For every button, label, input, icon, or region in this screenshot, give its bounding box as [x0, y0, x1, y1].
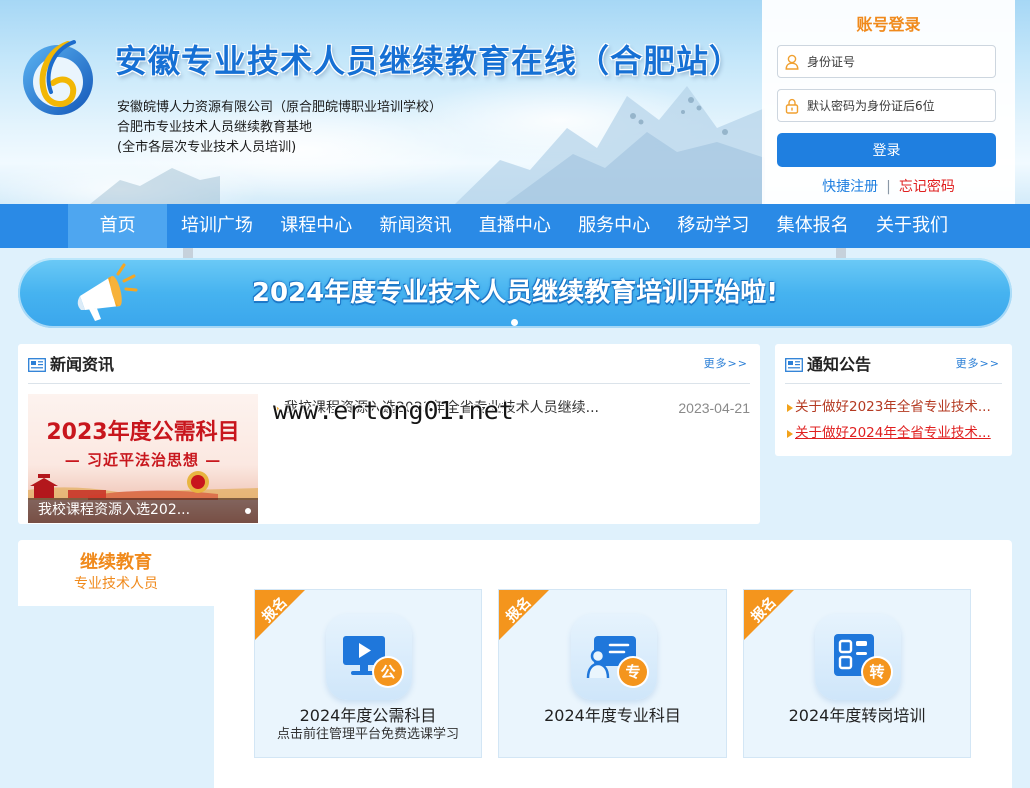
program-card-public[interactable]: 报名 公 2024年度公需科目 点击前往管理平台免费选课学习	[254, 589, 482, 758]
tab-subtitle: 专业技术人员	[74, 576, 158, 592]
bullet-icon	[274, 405, 280, 413]
id-number-input[interactable]	[807, 46, 991, 77]
tiananmen-decoration	[28, 471, 258, 500]
notice-list: 关于做好2023年全省专业技术... 关于做好2024年全省专业技术...	[787, 399, 1002, 451]
nav-item-live[interactable]: 直播中心	[465, 204, 564, 248]
news-box: 新闻资讯 更多>> 2023年度公需科目 — 习近平法治思想 — 我校课程资源入…	[18, 344, 760, 524]
tab-title: 继续教育	[80, 552, 152, 573]
news-title: 新闻资讯	[50, 355, 115, 374]
site-title: 安徽专业技术人员继续教育在线（合肥站）	[115, 42, 743, 80]
org-scope: (全市各层次专业技术人员培训)	[117, 140, 297, 155]
forgot-password-link[interactable]: 忘记密码	[899, 179, 955, 195]
signup-ribbon: 报名	[255, 590, 305, 640]
nav-item-about[interactable]: 关于我们	[862, 204, 961, 248]
site-header: 安徽专业技术人员继续教育在线（合肥站） 安徽皖博人力资源有限公司（原合肥皖博职业…	[0, 0, 1030, 204]
login-title: 账号登录	[856, 15, 921, 34]
link-separator: |	[886, 179, 891, 195]
nav-item-mobile[interactable]: 移动学习	[664, 204, 763, 248]
notice-title: 通知公告	[807, 355, 872, 374]
password-field[interactable]	[777, 89, 996, 122]
signup-ribbon: 报名	[499, 590, 549, 640]
ribbon-label: 报名	[259, 594, 291, 626]
document-icon: 转	[815, 614, 901, 700]
news-item-date: 2023-04-21	[678, 400, 750, 416]
card-title: 2024年度公需科目	[299, 706, 437, 725]
nav-item-home[interactable]: 首页	[68, 204, 168, 248]
badge-transfer: 转	[863, 658, 891, 686]
slide-caption-bar: 我校课程资源入选202...	[28, 498, 258, 523]
badge-professional: 专	[619, 658, 647, 686]
password-input[interactable]	[807, 90, 991, 121]
notice-item[interactable]: 关于做好2024年全省专业技术...	[787, 425, 1002, 451]
nav-item-service[interactable]: 服务中心	[564, 204, 663, 248]
notice-item[interactable]: 关于做好2023年全省专业技术...	[787, 399, 1002, 425]
pine-tree-decoration	[90, 168, 220, 204]
org-base: 合肥市专业技术人员继续教育基地	[117, 120, 313, 135]
person-card-icon: 专	[571, 614, 657, 700]
divider	[785, 383, 1002, 384]
nav-item-training-square[interactable]: 培训广场	[167, 204, 266, 248]
slide-dot[interactable]	[245, 508, 251, 514]
id-number-field[interactable]	[777, 45, 996, 78]
badge-public: 公	[374, 658, 402, 686]
bullet-icon	[787, 404, 793, 412]
news-icon	[28, 358, 46, 372]
divider	[28, 383, 750, 384]
notice-item-title[interactable]: 关于做好2023年全省专业技术...	[795, 399, 991, 416]
bullet-icon	[787, 430, 793, 438]
program-card-professional[interactable]: 报名 专 2024年度专业科目	[498, 589, 727, 758]
slide-image-title: 2023年度公需科目	[46, 420, 240, 445]
news-list: 我校课程资源入选2023年全省专业技术人员继续... 2023-04-21	[274, 399, 750, 425]
card-title: 2024年度转岗培训	[788, 706, 926, 725]
register-link[interactable]: 快捷注册	[822, 179, 878, 195]
card-subtitle: 点击前往管理平台免费选课学习	[276, 727, 459, 742]
news-item[interactable]: 我校课程资源入选2023年全省专业技术人员继续... 2023-04-21	[274, 399, 750, 425]
signup-ribbon: 报名	[744, 590, 794, 640]
banner-headline: 2024年度专业技术人员继续教育培训开始啦!	[251, 278, 779, 308]
program-card-transfer[interactable]: 报名 转 2024年度转岗培训	[743, 589, 971, 758]
site-logo-icon[interactable]	[18, 38, 98, 118]
main-nav: 首页 培训广场 课程中心 新闻资讯 直播中心 服务中心 移动学习 集体报名 关于…	[0, 204, 1030, 248]
nav-item-news[interactable]: 新闻资讯	[366, 204, 465, 248]
tab-continuing-education[interactable]: 继续教育 专业技术人员	[18, 540, 214, 606]
notice-item-title[interactable]: 关于做好2024年全省专业技术...	[795, 425, 991, 442]
login-links: 快捷注册 | 忘记密码	[762, 177, 1015, 197]
lock-icon	[785, 98, 799, 114]
org-name: 安徽皖博人力资源有限公司（原合肥皖博职业培训学校）	[117, 100, 443, 115]
user-icon	[785, 54, 799, 70]
program-panel: 报名 公 2024年度公需科目 点击前往管理平台免费选课学习 报名 专 2024…	[214, 540, 1012, 788]
banner-post	[183, 248, 193, 258]
login-button[interactable]: 登录	[777, 133, 996, 167]
login-panel: 账号登录 登录 快捷注册 | 忘记密码	[762, 0, 1015, 204]
notice-icon	[785, 358, 803, 372]
slide-image-subtitle: — 习近平法治思想 —	[64, 451, 222, 469]
card-title: 2024年度专业科目	[544, 706, 681, 725]
nav-item-group-signup[interactable]: 集体报名	[763, 204, 862, 248]
ribbon-label: 报名	[503, 594, 535, 626]
news-item-title[interactable]: 我校课程资源入选2023年全省专业技术人员继续...	[284, 399, 599, 417]
notice-more-link[interactable]: 更多>>	[956, 356, 1000, 372]
banner-slide-dot[interactable]	[511, 319, 518, 326]
announcement-banner[interactable]: 2024年度专业技术人员继续教育培训开始啦!	[18, 258, 1012, 328]
nav-item-courses[interactable]: 课程中心	[267, 204, 366, 248]
news-more-link[interactable]: 更多>>	[704, 356, 748, 372]
ribbon-label: 报名	[748, 594, 780, 626]
banner-post	[836, 248, 846, 258]
news-slide[interactable]: 2023年度公需科目 — 习近平法治思想 — 我校课程资源入选202...	[28, 394, 258, 523]
monitor-play-icon: 公	[326, 614, 412, 700]
slide-caption: 我校课程资源入选202...	[38, 502, 191, 518]
notice-box: 通知公告 更多>> 关于做好2023年全省专业技术... 关于做好2024年全省…	[775, 344, 1012, 456]
